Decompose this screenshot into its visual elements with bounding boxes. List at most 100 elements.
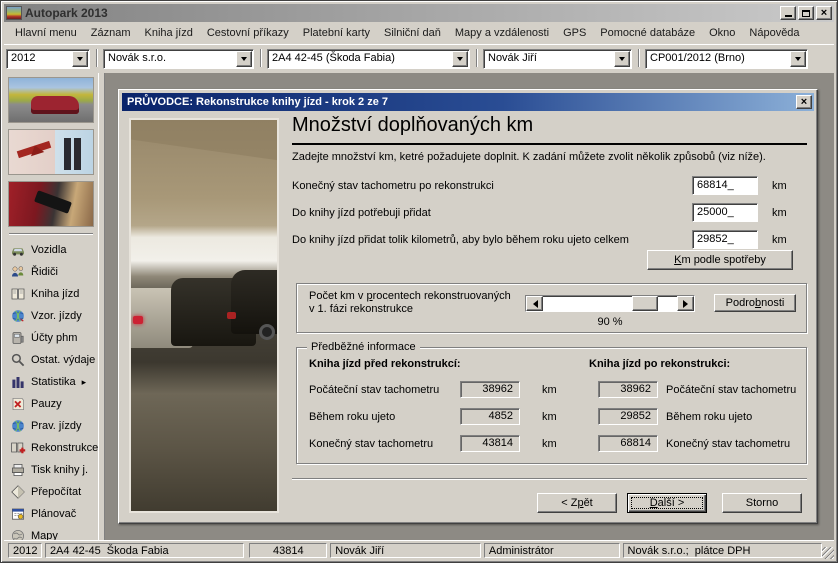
sidebar-item[interactable]: Ostat. výdaje: [8, 349, 98, 371]
percentage-slider[interactable]: [525, 295, 695, 312]
toolbar-combo[interactable]: Novák Jiří: [483, 49, 632, 69]
menu-item[interactable]: Kniha jízd: [138, 25, 200, 41]
close-icon: ×: [801, 97, 807, 108]
menu-item[interactable]: Okno: [702, 25, 742, 41]
chevron-down-icon[interactable]: [614, 51, 630, 67]
chevron-down-icon[interactable]: [72, 51, 88, 67]
status-cell: Novák s.r.o.; plátce DPH: [623, 543, 823, 558]
sidebar-item[interactable]: Přepočítat: [8, 481, 98, 503]
value-after: 29852: [598, 408, 658, 425]
window-titlebar: Autopark 2013 ×: [4, 4, 834, 22]
fuel-photo-banner: [8, 181, 94, 227]
toolbar: 2012 Novák s.r.o. 2A4 42-45 (Škoda Fabia…: [4, 44, 834, 71]
toolbar-combo[interactable]: 2012: [6, 49, 90, 69]
printer-icon: [10, 462, 26, 478]
car-icon: [10, 242, 26, 258]
close-button[interactable]: ×: [816, 6, 832, 20]
status-cell: 2012: [8, 543, 42, 558]
logbook-icon: [10, 286, 26, 302]
maximize-button[interactable]: [798, 6, 814, 20]
before-header: Kniha jízd před rekonstrukcí:: [309, 358, 461, 370]
menu-item[interactable]: Cestovní příkazy: [200, 25, 296, 41]
percentage-label: Počet km v procentech rekonstruovaných v…: [309, 290, 511, 316]
sidebar-item[interactable]: Tisk knihy j.: [8, 459, 98, 481]
menu-item[interactable]: Mapy a vzdálenosti: [448, 25, 556, 41]
menu-item[interactable]: Pomocné databáze: [593, 25, 702, 41]
row-label-right: Počáteční stav tachometru: [666, 384, 796, 396]
sidebar-item[interactable]: Rekonstrukce: [8, 437, 98, 459]
details-button[interactable]: Podrobnosti: [714, 294, 796, 312]
menu-item[interactable]: Platební karty: [296, 25, 377, 41]
button-separator: [292, 478, 807, 480]
field-row: Do knihy jízd přidat tolik kilometrů, ab…: [292, 230, 807, 249]
chevron-down-icon[interactable]: [236, 51, 252, 67]
toolbar-separator: [476, 49, 477, 67]
menu-item[interactable]: Silniční daň: [377, 25, 448, 41]
toolbar-separator: [260, 49, 261, 67]
sidebar-item-label: Statistika: [31, 376, 76, 388]
status-bar: 20122A4 42-45 Škoda Fabia43814Novák Jiří…: [4, 540, 834, 559]
menu-item[interactable]: Hlavní menu: [8, 25, 84, 41]
sidebar-item-label: Vzor. jízdy: [31, 310, 82, 322]
chevron-down-icon[interactable]: [790, 51, 806, 67]
combo-value: Novák Jiří: [484, 50, 613, 68]
sidebar-item[interactable]: Kniha jízd: [8, 283, 98, 305]
menu-item[interactable]: Nápověda: [742, 25, 806, 41]
toolbar-combo[interactable]: Novák s.r.o.: [103, 49, 254, 69]
slider-left-arrow-button[interactable]: [526, 296, 543, 311]
back-button[interactable]: < Zpět: [537, 493, 617, 513]
slider-thumb[interactable]: [632, 296, 658, 311]
main-window: Autopark 2013 × Hlavní menuZáznamKniha j…: [0, 0, 838, 563]
maximize-icon: [802, 10, 810, 17]
value-before: 4852: [460, 408, 520, 425]
menu-item[interactable]: Záznam: [84, 25, 138, 41]
sidebar-item[interactable]: Statistika ▸: [8, 371, 98, 393]
chevron-down-icon[interactable]: [452, 51, 468, 67]
unit-label: km: [772, 234, 787, 246]
dialog-close-button[interactable]: ×: [796, 95, 812, 109]
preview-row: Konečný stav tachometru 43814 km 68814 K…: [309, 430, 800, 457]
heading-rule: [292, 143, 807, 145]
next-button[interactable]: Další >: [627, 493, 707, 513]
cancel-button[interactable]: Storno: [722, 493, 802, 513]
field-row: Konečný stav tachometru po rekonstrukci …: [292, 176, 807, 195]
km-input[interactable]: 25000_: [692, 203, 758, 222]
planner-icon: [10, 506, 26, 522]
submenu-arrow-icon: ▸: [82, 377, 87, 388]
field-row: Do knihy jízd potřebuji přidat 25000_ km: [292, 203, 807, 222]
fuel-accounts-icon: [10, 330, 26, 346]
recalculate-icon: [10, 484, 26, 500]
sidebar-splitter[interactable]: [98, 73, 105, 540]
sidebar-item[interactable]: Plánovač: [8, 503, 98, 525]
toolbar-combo[interactable]: CP001/2012 (Brno): [645, 49, 808, 69]
next-button-label: Další >: [650, 497, 685, 509]
menu-bar: Hlavní menuZáznamKniha jízdCestovní přík…: [4, 23, 834, 43]
toolbar-separator: [96, 49, 97, 67]
km-input[interactable]: 68814_: [692, 176, 758, 195]
combo-value: 2012: [7, 50, 71, 68]
app-logo-icon: [6, 6, 22, 20]
preview-rows: Počáteční stav tachometru 38962 km 38962…: [309, 376, 800, 457]
sidebar-nav: Vozidla Řidiči Kniha jízd Vzor. jízdy Úč…: [8, 239, 98, 547]
row-label-left: Konečný stav tachometru: [309, 438, 460, 450]
resize-grip-icon[interactable]: [822, 547, 834, 559]
minimize-button[interactable]: [780, 6, 796, 20]
toolbar-separator: [638, 49, 639, 67]
sidebar-item[interactable]: Účty phm: [8, 327, 98, 349]
toolbar-combo[interactable]: 2A4 42-45 (Škoda Fabia): [267, 49, 470, 69]
row-label-right: Během roku ujeto: [666, 411, 752, 423]
sidebar-item[interactable]: Vozidla: [8, 239, 98, 261]
sidebar-item[interactable]: Pauzy: [8, 393, 98, 415]
value-before: 43814: [460, 435, 520, 452]
slider-right-arrow-button[interactable]: [677, 296, 694, 311]
sidebar: Vozidla Řidiči Kniha jízd Vzor. jízdy Úč…: [4, 73, 98, 540]
menu-item[interactable]: GPS: [556, 25, 593, 41]
km-input[interactable]: 29852_: [692, 230, 758, 249]
field-label: Do knihy jízd přidat tolik kilometrů, ab…: [292, 234, 692, 246]
minimize-icon: [785, 15, 792, 17]
after-header: Kniha jízd po rekonstrukci:: [589, 358, 730, 370]
sidebar-item[interactable]: Prav. jízdy: [8, 415, 98, 437]
sidebar-item[interactable]: Vzor. jízdy: [8, 305, 98, 327]
km-by-consumption-button[interactable]: Km podle spotřeby: [647, 250, 793, 270]
sidebar-item[interactable]: Řidiči: [8, 261, 98, 283]
